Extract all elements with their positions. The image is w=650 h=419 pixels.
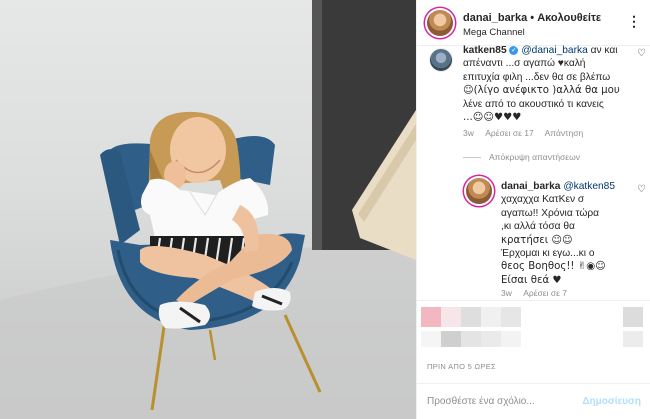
reply-likes[interactable]: Αρέσει σε 7	[523, 288, 567, 298]
reply-button[interactable]: Απάντηση	[545, 128, 584, 138]
pixelated-block	[421, 331, 441, 347]
header-separator: •	[530, 12, 535, 24]
hide-replies-toggle[interactable]: Απόκρυψη απαντήσεων	[463, 152, 580, 162]
author-username[interactable]: danai_barka	[463, 12, 527, 24]
verified-badge-icon: ✓	[509, 46, 519, 55]
pixelated-comment-icon[interactable]	[461, 307, 481, 327]
reply-line: αγαπω!! Χρόνια τώρα	[501, 207, 600, 219]
comment-time: 3w	[463, 128, 474, 138]
comment-line: λένε από το ακουστικό τι κανεις	[463, 98, 604, 110]
following-button[interactable]: Ακολουθείτε	[537, 12, 601, 24]
comment-mention[interactable]: @danai_barka	[521, 45, 587, 56]
reply-line: Έρχομαι κι εγω...κι ο	[501, 248, 595, 260]
comment-line: αν και	[590, 45, 618, 56]
commenter-avatar[interactable]	[429, 48, 453, 72]
comment-text: katken85 ✓ @danai_barka αν και απέναντι …	[463, 44, 629, 124]
photo-illustration	[0, 0, 416, 419]
author-line: danai_barka • Ακολουθείτε	[463, 12, 601, 24]
comment-meta: 3w Αρέσει σε 17 Απάντηση	[463, 128, 592, 138]
pixelated-block	[481, 331, 501, 347]
instagram-post-modal: danai_barka • Ακολουθείτε Mega Channel ⋮…	[0, 0, 650, 419]
comment-line: ☺(λίγο ανέφικτο )αλλά θα μου	[463, 85, 620, 97]
post-timestamp: ΠΡΙΝ ΑΠΟ 5 ΩΡΕΣ	[427, 362, 496, 371]
post-side-panel: danai_barka • Ακολουθείτε Mega Channel ⋮…	[416, 0, 650, 419]
comment-line: ...☺☺♥♥♥	[463, 112, 522, 124]
comment-username[interactable]: katken85	[463, 45, 507, 56]
add-comment-bar: Προσθέστε ένα σχόλιο... Δημοσίευση	[417, 383, 650, 419]
more-options-icon[interactable]: ⋮	[627, 13, 641, 30]
pixelated-block	[461, 331, 481, 347]
reply-line: Είσαι θεά ♥	[501, 274, 562, 286]
reply-username[interactable]: danai_barka	[501, 181, 560, 192]
pixelated-likes-count	[441, 331, 461, 347]
comment-line: απέναντι ...σ αγαπώ ♥καλή	[463, 58, 586, 70]
reply-line: ,κι αλλά τόσα θα	[501, 221, 575, 233]
post-photo[interactable]	[0, 0, 416, 419]
comment-likes[interactable]: Αρέσει σε 17	[485, 128, 533, 138]
reply-meta: 3w Αρέσει σε 7	[501, 288, 576, 298]
reply-line: χαχαχχα ΚατΚεν σ	[501, 194, 585, 206]
add-comment-input[interactable]: Προσθέστε ένα σχόλιο...	[427, 396, 535, 407]
post-comment-button[interactable]: Δημοσίευση	[582, 396, 641, 407]
reply-line: θεος Βοηθος!! ✌◉☺	[501, 261, 606, 273]
pixelated-like-icon[interactable]	[421, 307, 441, 327]
pixelated-share-icon[interactable]	[501, 307, 521, 327]
comment-line: επιτυχία φιλη ...δεν θα σε βλέπω	[463, 71, 611, 83]
pixelated-block	[441, 307, 461, 327]
like-reply-heart-icon[interactable]: ♡	[637, 184, 646, 195]
reply-avatar[interactable]	[466, 178, 492, 204]
divider-line	[463, 157, 481, 159]
hide-replies-label: Απόκρυψη απαντήσεων	[489, 152, 580, 162]
reply-time: 3w	[501, 288, 512, 298]
location-link[interactable]: Mega Channel	[463, 27, 525, 38]
pixelated-block	[623, 331, 643, 347]
post-actions-area: ΠΡΙΝ ΑΠΟ 5 ΩΡΕΣ Προσθέστε ένα σχόλιο... …	[417, 300, 650, 419]
like-comment-heart-icon[interactable]: ♡	[637, 48, 646, 59]
reply-line: κρατήσει ☺☺	[501, 234, 573, 246]
pixelated-block	[501, 331, 521, 347]
reply-mention[interactable]: @katken85	[563, 181, 615, 192]
post-header: danai_barka • Ακολουθείτε Mega Channel ⋮	[417, 0, 650, 46]
pixelated-block	[481, 307, 501, 327]
reply-text: danai_barka @katken85 χαχαχχα ΚατΚεν σ α…	[501, 180, 631, 287]
pixelated-save-icon[interactable]	[623, 307, 643, 327]
author-avatar[interactable]	[427, 10, 453, 36]
